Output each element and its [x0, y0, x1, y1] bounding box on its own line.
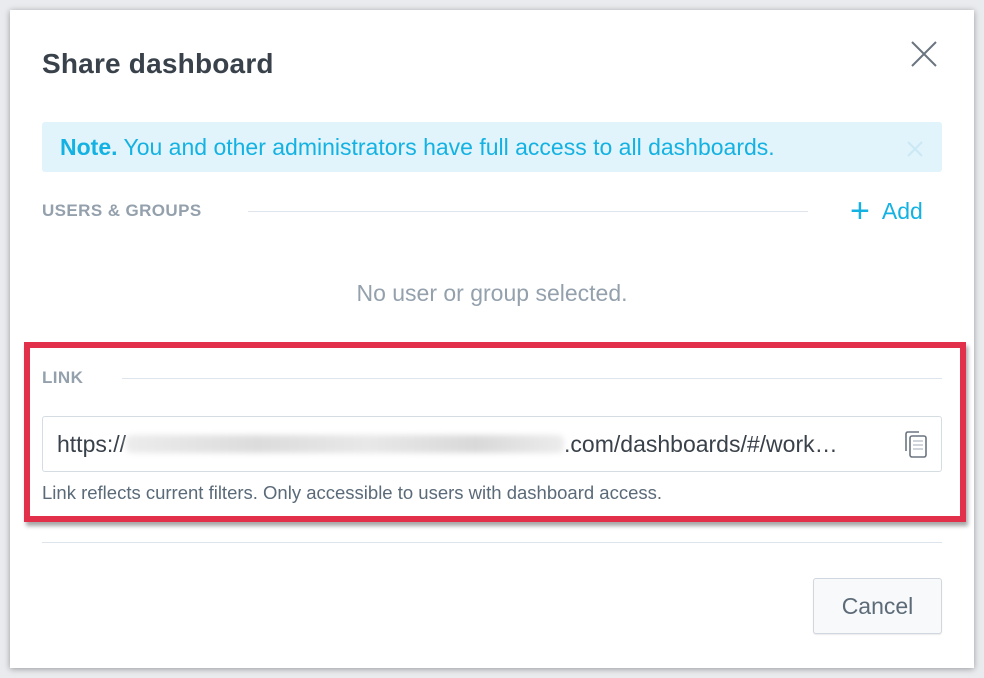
note-banner: Note. You and other administrators have … — [42, 122, 942, 172]
empty-selection-message: No user or group selected. — [356, 280, 628, 306]
footer-divider — [42, 542, 942, 543]
close-icon[interactable] — [910, 40, 938, 68]
note-text: You and other administrators have full a… — [117, 134, 775, 160]
add-label: Add — [881, 197, 923, 224]
highlight-box — [24, 342, 966, 522]
users-groups-divider — [248, 211, 808, 212]
plus-icon: + — [850, 192, 870, 230]
note-close-icon[interactable] — [906, 137, 924, 157]
cancel-button[interactable]: Cancel — [813, 578, 942, 634]
add-button[interactable]: + Add — [850, 192, 923, 230]
share-dashboard-dialog: Share dashboard Note. You and other admi… — [10, 10, 974, 668]
users-groups-label: USERS & GROUPS — [42, 201, 202, 220]
note-label: Note. — [60, 134, 118, 160]
dialog-title: Share dashboard — [42, 48, 274, 79]
